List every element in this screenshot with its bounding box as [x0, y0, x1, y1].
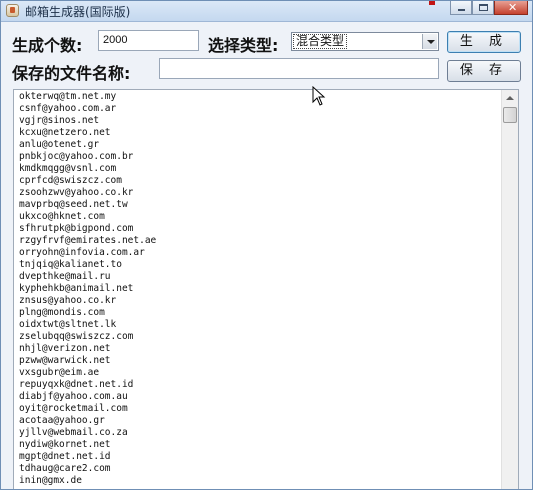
email-list-item[interactable]: ukxco@hknet.com — [19, 211, 489, 223]
email-list-item[interactable]: zsoohzwv@yahoo.co.kr — [19, 187, 489, 199]
minimize-icon — [458, 9, 465, 11]
vertical-scrollbar[interactable] — [501, 90, 518, 489]
email-list-item[interactable]: tnjqiq@kalianet.to — [19, 259, 489, 271]
email-list-item[interactable]: csnf@yahoo.com.ar — [19, 103, 489, 115]
mouse-pointer-icon — [312, 86, 326, 106]
window-title: 邮箱生成器(国际版) — [25, 5, 131, 19]
email-list-item[interactable]: mavprbq@seed.net.tw — [19, 199, 489, 211]
email-list-item[interactable]: mgpt@dnet.net.id — [19, 451, 489, 463]
chevron-down-icon[interactable] — [422, 34, 437, 49]
email-list-item[interactable]: pnbkjoc@yahoo.com.br — [19, 151, 489, 163]
email-list[interactable]: okterwq@tm.net.my csnf@yahoo.com.ar vgjr@s… — [13, 89, 519, 489]
email-list-item[interactable]: cprfcd@swiszcz.com — [19, 175, 489, 187]
email-list-item[interactable]: nhjl@verizon.net — [19, 343, 489, 355]
title-bar[interactable]: 邮箱生成器(国际版) ✕ — [1, 1, 532, 22]
email-list-item[interactable]: anlu@otenet.gr — [19, 139, 489, 151]
email-lines: okterwq@tm.net.my csnf@yahoo.com.ar vgjr@s… — [19, 91, 489, 487]
email-list-item[interactable]: oidxtwt@sltnet.lk — [19, 319, 489, 331]
email-list-item[interactable]: tdhaug@care2.com — [19, 463, 489, 475]
email-list-item[interactable]: kcxu@netzero.net — [19, 127, 489, 139]
email-list-item[interactable]: dvepthke@mail.ru — [19, 271, 489, 283]
filename-input[interactable] — [159, 58, 439, 79]
window-controls: ✕ — [450, 1, 528, 19]
email-list-item[interactable]: orryohn@infovia.com.ar — [19, 247, 489, 259]
count-input[interactable]: 2000 — [98, 30, 199, 51]
email-list-item[interactable]: diabjf@yahoo.com.au — [19, 391, 489, 403]
title-accent — [429, 1, 435, 5]
app-icon — [6, 4, 19, 17]
save-button[interactable]: 保 存 — [447, 60, 521, 82]
minimize-button[interactable] — [450, 1, 472, 15]
close-button[interactable]: ✕ — [494, 1, 528, 15]
email-list-item[interactable]: rzgyfrvf@emirates.net.ae — [19, 235, 489, 247]
scroll-up-icon[interactable] — [502, 90, 518, 106]
email-list-item[interactable]: okterwq@tm.net.my — [19, 91, 489, 103]
email-list-item[interactable]: inin@gmx.de — [19, 475, 489, 487]
close-icon: ✕ — [508, 1, 518, 14]
email-list-item[interactable]: acotaa@yahoo.gr — [19, 415, 489, 427]
type-label: 选择类型: — [208, 36, 279, 55]
email-list-item[interactable]: zselubqq@swiszcz.com — [19, 331, 489, 343]
email-list-item[interactable]: vgjr@sinos.net — [19, 115, 489, 127]
email-list-item[interactable]: repuyqxk@dnet.net.id — [19, 379, 489, 391]
maximize-button[interactable] — [472, 1, 494, 15]
email-list-item[interactable]: nydiw@kornet.net — [19, 439, 489, 451]
email-list-item[interactable]: plng@mondis.com — [19, 307, 489, 319]
count-label: 生成个数: — [12, 36, 83, 55]
email-list-item[interactable]: yjllv@webmail.co.za — [19, 427, 489, 439]
generate-button[interactable]: 生 成 — [447, 31, 521, 53]
email-list-item[interactable]: kmdkmqgg@vsnl.com — [19, 163, 489, 175]
email-list-item[interactable]: kyphehkb@animail.net — [19, 283, 489, 295]
email-list-item[interactable]: sfhrutpk@bigpond.com — [19, 223, 489, 235]
email-list-item[interactable]: pzww@warwick.net — [19, 355, 489, 367]
scroll-thumb[interactable] — [503, 107, 517, 123]
email-list-item[interactable]: znsus@yahoo.co.kr — [19, 295, 489, 307]
email-list-item[interactable]: oyit@rocketmail.com — [19, 403, 489, 415]
main-window: 邮箱生成器(国际版) ✕ 生成个数: 2000 选择类型: 混合类型 生 成 保… — [0, 0, 533, 490]
filename-label: 保存的文件名称: — [12, 64, 131, 83]
email-list-item[interactable]: vxsgubr@eim.ae — [19, 367, 489, 379]
type-selected-value: 混合类型 — [292, 34, 348, 49]
maximize-icon — [479, 4, 488, 11]
type-select[interactable]: 混合类型 — [291, 32, 439, 51]
